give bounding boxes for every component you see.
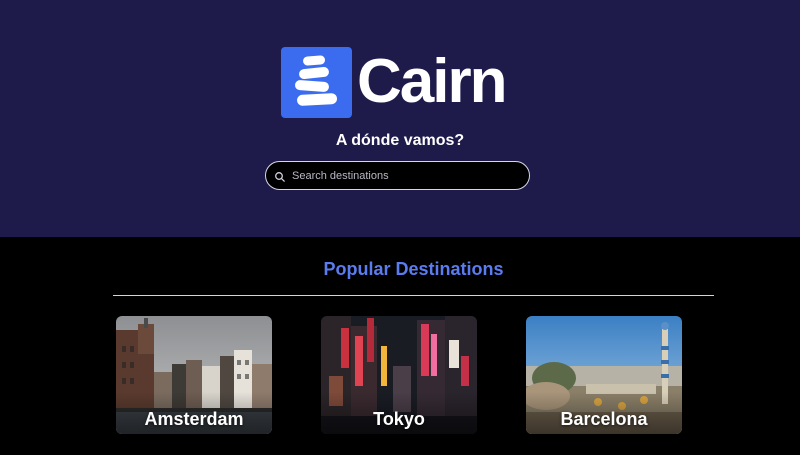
destination-name: Barcelona: [560, 409, 648, 429]
search-bar[interactable]: [265, 161, 530, 190]
brand-name: Cairn: [357, 47, 507, 116]
destination-card-amsterdam[interactable]: Amsterdam: [116, 316, 272, 434]
cairn-logo[interactable]: Cairn: [281, 46, 507, 118]
section-divider: [113, 295, 714, 296]
cairn-logo-icon: [281, 46, 352, 118]
hero-tagline: A dónde vamos?: [335, 132, 465, 149]
destination-name: Tokyo: [373, 409, 425, 429]
destination-card-tokyo[interactable]: Tokyo: [321, 316, 477, 434]
hero-banner: Cairn A dónde vamos?: [0, 0, 800, 237]
destination-name: Amsterdam: [144, 409, 244, 429]
search-icon: [274, 170, 286, 182]
popular-destinations-heading: Popular Destinations: [323, 259, 504, 279]
destination-cards: Amsterdam Tokyo Barcelona: [0, 316, 800, 455]
destination-card-barcelona[interactable]: Barcelona: [526, 316, 682, 434]
search-input[interactable]: [292, 169, 512, 182]
